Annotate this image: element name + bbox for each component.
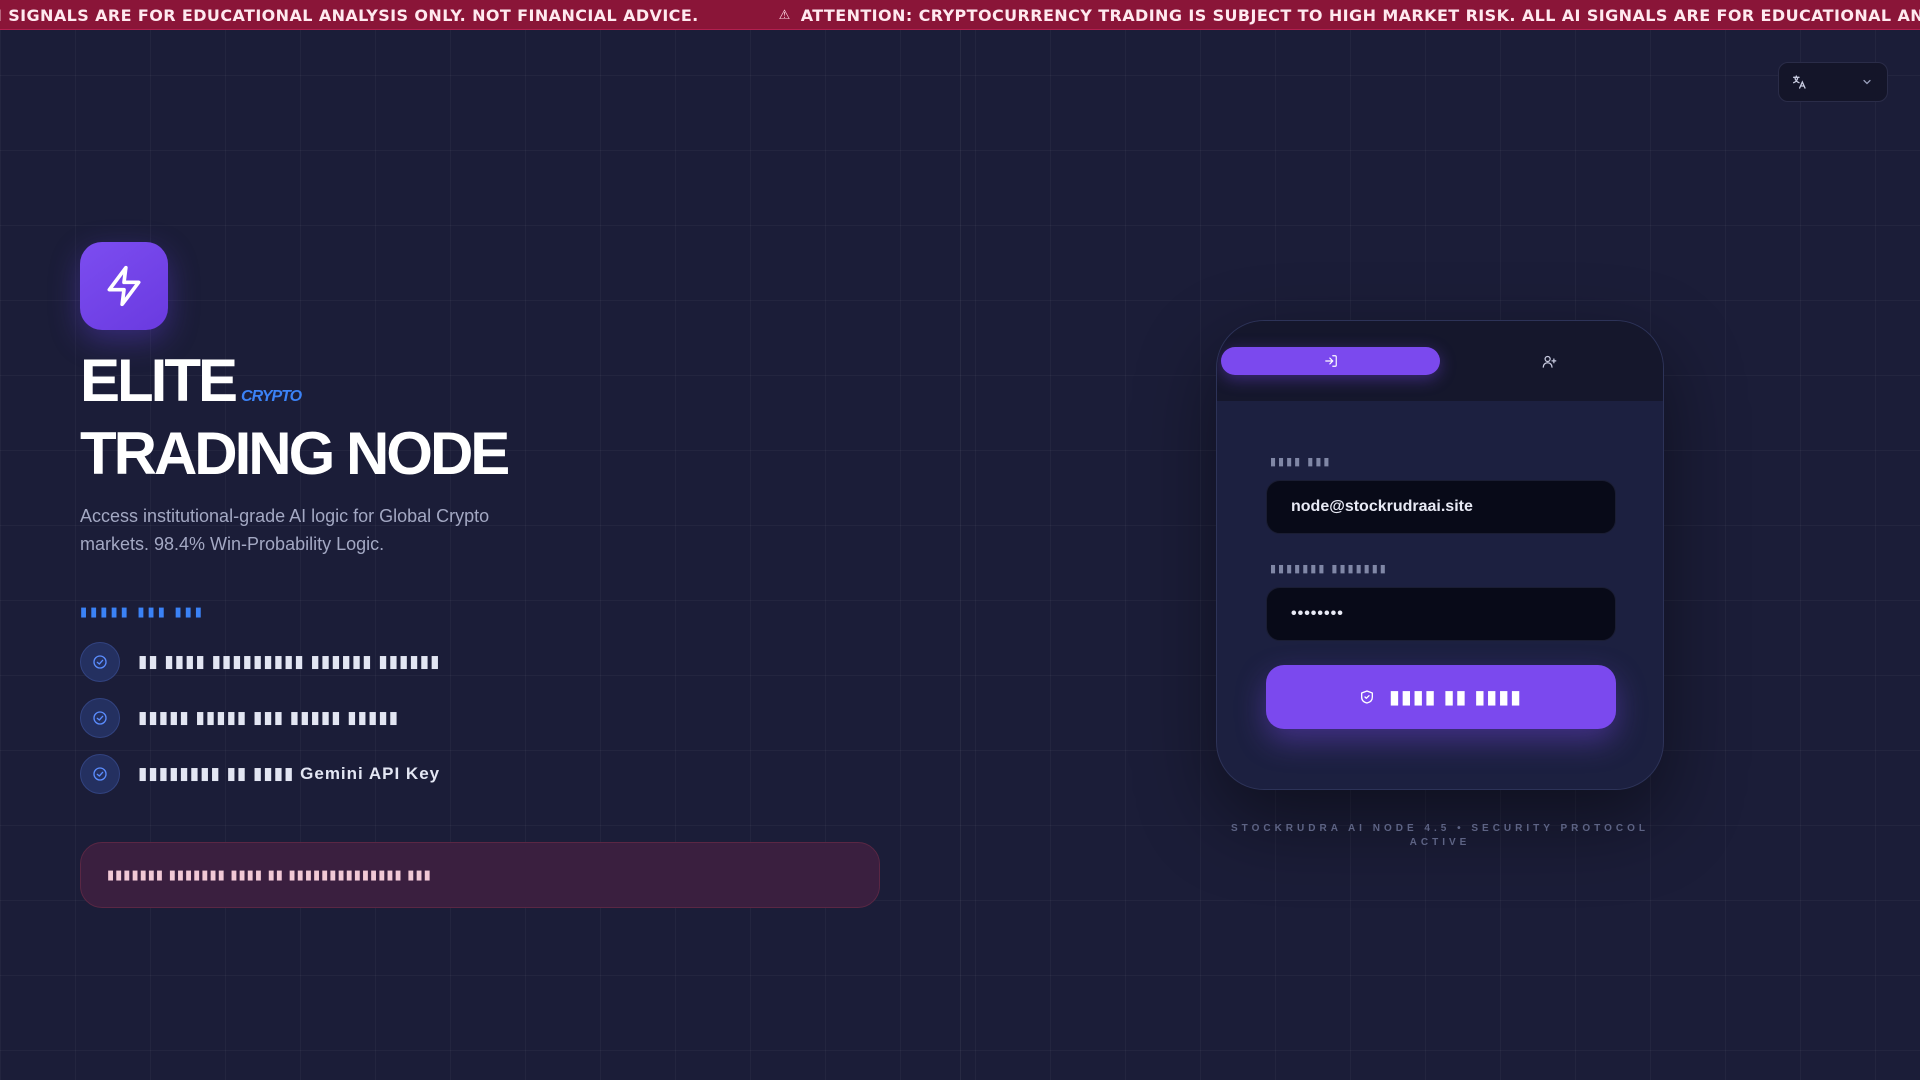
- translate-icon: [1793, 75, 1806, 89]
- language-select[interactable]: [1778, 62, 1888, 102]
- check-icon: [80, 754, 120, 794]
- ticker-text: ATTENTION: CRYPTOCURRENCY TRADING IS SUB…: [800, 5, 1920, 25]
- submit-label: ▮▮▮▮ ▮▮ ▮▮▮▮: [1389, 686, 1523, 707]
- lightning-bolt-icon: [107, 265, 141, 307]
- check-icon: [80, 642, 120, 682]
- email-field[interactable]: node@stockrudraai.site: [1266, 480, 1616, 534]
- ticker-text: ATTENTION: CRYPTOCURRENCY TRADING IS SUB…: [0, 5, 699, 25]
- submit-button[interactable]: ▮▮▮▮ ▮▮ ▮▮▮▮: [1266, 665, 1616, 729]
- password-field[interactable]: ••••••••: [1266, 587, 1616, 641]
- feature-list: ▮▮ ▮▮▮▮ ▮▮▮▮▮▮▮▮▮ ▮▮▮▮▮▮ ▮▮▮▮▮▮ ▮▮▮▮▮ ▮▮…: [80, 634, 880, 802]
- auth-tabs: [1217, 321, 1663, 401]
- password-label: ▮▮▮▮▮▮▮ ▮▮▮▮▮▮▮: [1270, 563, 1388, 575]
- feature-item: ▮▮▮▮▮ ▮▮▮▮▮ ▮▮▮ ▮▮▮▮▮ ▮▮▮▮▮: [80, 690, 880, 746]
- check-icon: [80, 698, 120, 738]
- title-line-1: ELITE: [80, 347, 238, 414]
- title-badge: CRYPTO: [241, 388, 302, 405]
- feature-text: ▮▮▮▮▮ ▮▮▮▮▮ ▮▮▮ ▮▮▮▮▮ ▮▮▮▮▮: [138, 708, 400, 727]
- email-label: ▮▮▮▮ ▮▮▮: [1270, 456, 1332, 468]
- feature-text: ▮▮▮▮▮▮▮▮ ▮▮ ▮▮▮▮ Gemini API Key: [138, 764, 441, 783]
- feature-item: ▮▮▮▮▮▮▮▮ ▮▮ ▮▮▮▮ Gemini API Key: [80, 746, 880, 802]
- risk-ticker: ⚠ ATTENTION: CRYPTOCURRENCY TRADING IS S…: [0, 0, 1920, 30]
- tab-login[interactable]: [1221, 347, 1440, 375]
- logo: [80, 242, 168, 330]
- security-footer: STOCKRUDRA AI NODE 4.5 • SECURITY PROTOC…: [1230, 823, 1649, 848]
- ticker-item: ⚠ ATTENTION: CRYPTOCURRENCY TRADING IS S…: [779, 6, 1920, 25]
- tab-register[interactable]: [1440, 347, 1659, 375]
- hero-subtitle: Access institutional-grade AI logic for …: [80, 506, 490, 554]
- ticker-track: ⚠ ATTENTION: CRYPTOCURRENCY TRADING IS S…: [0, 0, 1920, 29]
- feature-text: ▮▮ ▮▮▮▮ ▮▮▮▮▮▮▮▮▮ ▮▮▮▮▮▮ ▮▮▮▮▮▮: [138, 652, 441, 671]
- user-plus-icon: [1542, 355, 1557, 368]
- auth-card: ▮▮▮▮ ▮▮▮ node@stockrudraai.site ▮▮▮▮▮▮▮ …: [1216, 320, 1664, 790]
- page-title: ELITE CRYPTO TRADING NODE: [80, 351, 880, 484]
- notice-banner: ▮▮▮▮▮▮▮ ▮▮▮▮▮▮▮ ▮▮▮▮ ▮▮ ▮▮▮▮▮▮▮▮▮▮▮▮▮▮ ▮…: [80, 842, 880, 908]
- features-label: ▮▮▮▮▮ ▮▮▮ ▮▮▮: [80, 604, 205, 619]
- login-icon: [1324, 355, 1337, 367]
- chevron-down-icon: [1863, 79, 1871, 85]
- warning-icon: ⚠: [778, 7, 791, 23]
- panel-divider: [960, 30, 961, 1080]
- ticker-item: ⚠ ATTENTION: CRYPTOCURRENCY TRADING IS S…: [0, 6, 779, 25]
- feature-item: ▮▮ ▮▮▮▮ ▮▮▮▮▮▮▮▮▮ ▮▮▮▮▮▮ ▮▮▮▮▮▮: [80, 634, 880, 690]
- shield-check-icon: [1361, 690, 1374, 704]
- title-line-2: TRADING NODE: [80, 420, 510, 487]
- hero-panel: ELITE CRYPTO TRADING NODE Access institut…: [80, 242, 880, 908]
- auth-form: ▮▮▮▮ ▮▮▮ node@stockrudraai.site ▮▮▮▮▮▮▮ …: [1217, 401, 1663, 729]
